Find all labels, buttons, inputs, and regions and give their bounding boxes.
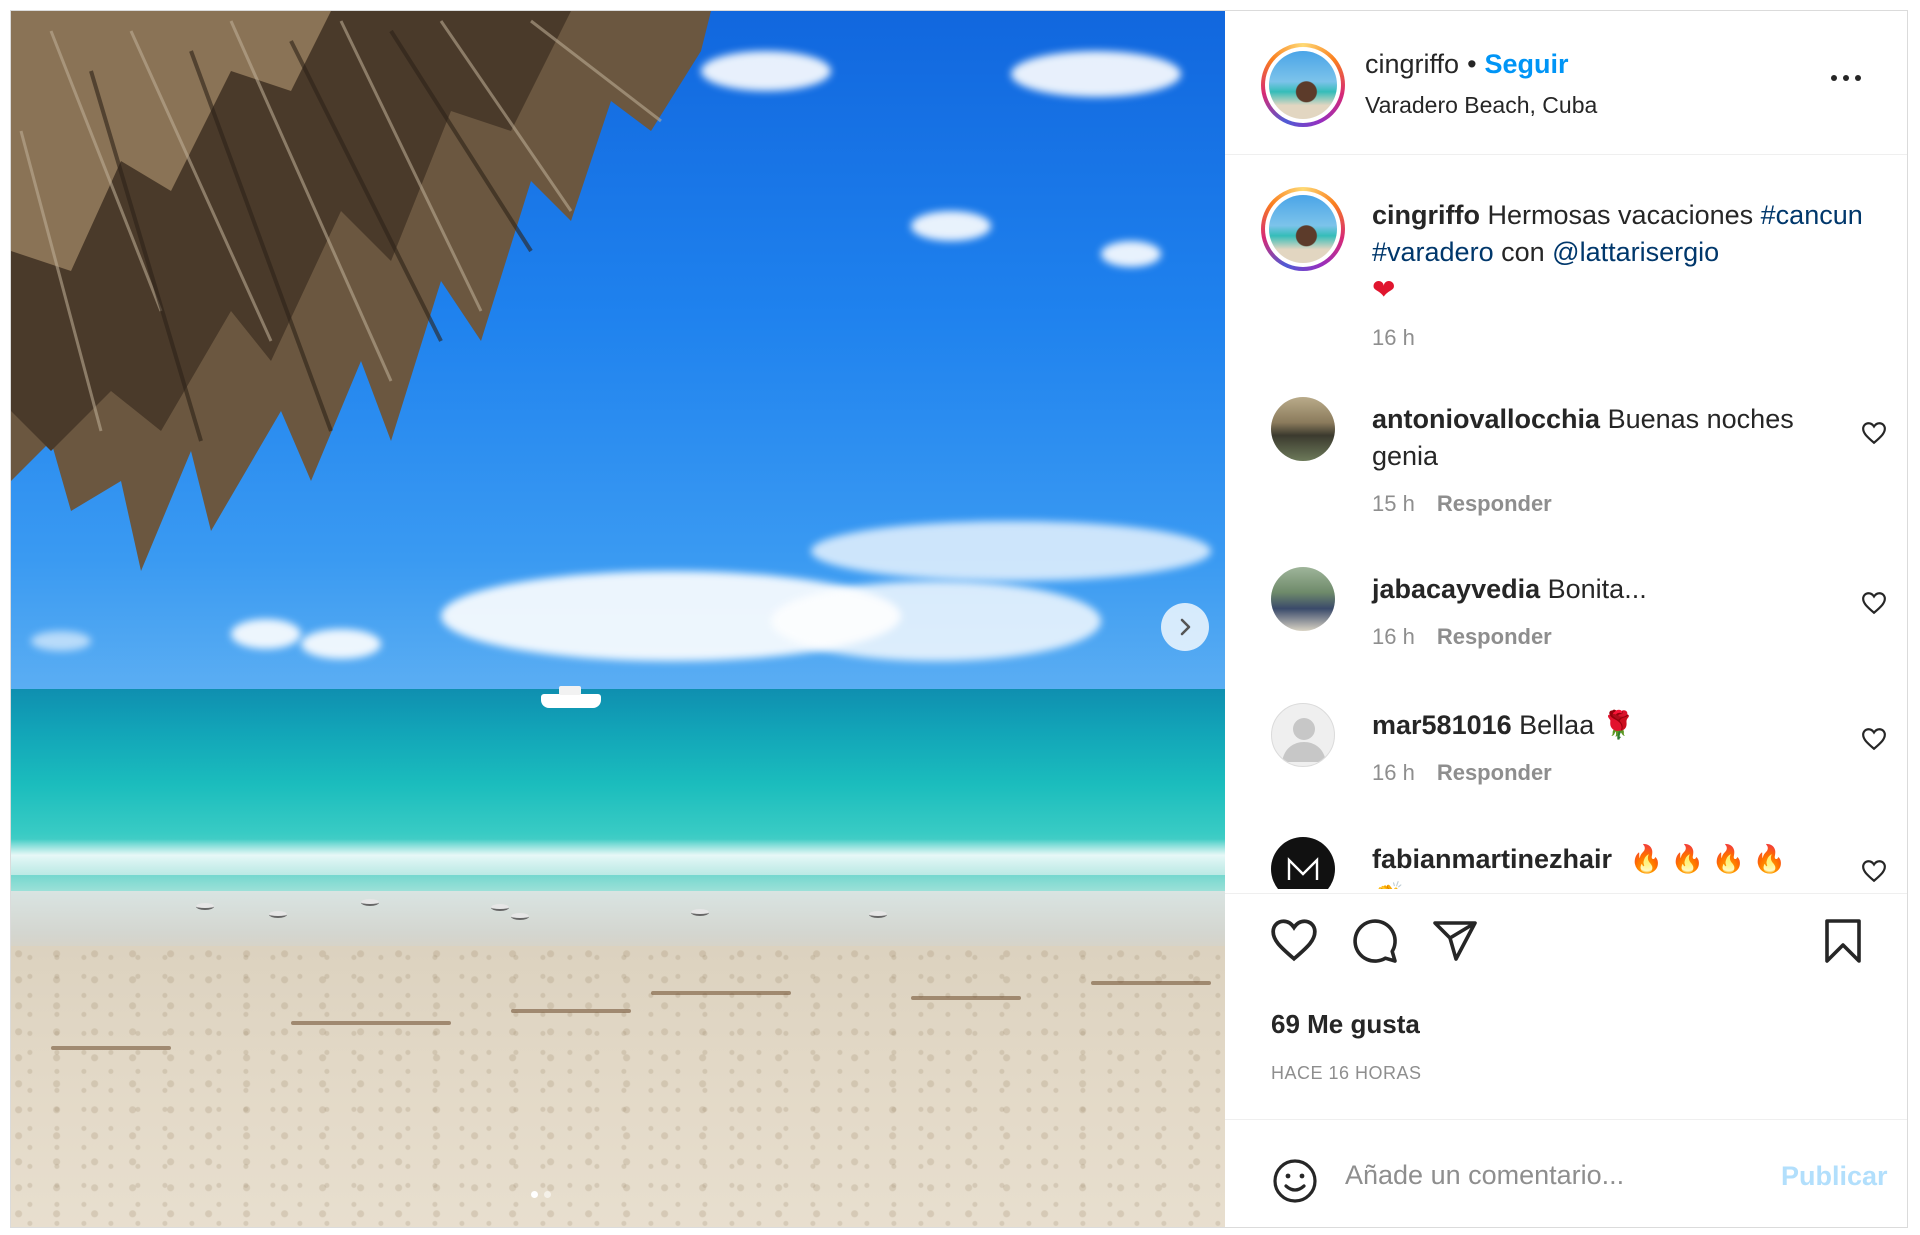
seagull <box>196 903 214 910</box>
caption-username[interactable]: cingriffo <box>1372 200 1480 230</box>
author-avatar[interactable] <box>1261 43 1345 127</box>
commenter-avatar[interactable] <box>1271 837 1335 889</box>
publish-button[interactable]: Publicar <box>1781 1161 1888 1192</box>
comment-username[interactable]: mar581016 <box>1372 710 1512 740</box>
carousel-indicator <box>531 1191 551 1198</box>
hashtag-link[interactable]: #varadero <box>1372 237 1494 267</box>
commenter-avatar[interactable] <box>1271 567 1335 631</box>
author-username[interactable]: cingriffo <box>1365 49 1459 79</box>
seaweed <box>291 1021 451 1025</box>
seagull <box>511 913 529 920</box>
cloud <box>771 581 1101 661</box>
post-sidebar: cingriffo • Seguir Varadero Beach, Cuba ci… <box>1225 11 1907 1227</box>
seagull <box>869 911 887 918</box>
cloud <box>231 619 301 649</box>
reply-button[interactable]: Responder <box>1437 760 1552 785</box>
separator-dot: • <box>1467 49 1477 79</box>
commenter-avatar[interactable] <box>1271 397 1335 461</box>
seagull <box>269 911 287 918</box>
like-heart-icon[interactable] <box>1269 917 1319 963</box>
caption-avatar[interactable] <box>1261 187 1345 271</box>
post-dialog: cingriffo • Seguir Varadero Beach, Cuba ci… <box>10 10 1908 1228</box>
hashtag-link[interactable]: #cancun <box>1761 200 1863 230</box>
cloud <box>31 631 91 651</box>
action-bar <box>1225 917 1907 977</box>
avatar-image <box>1269 195 1337 263</box>
add-comment-bar: Publicar <box>1225 1119 1907 1227</box>
seaweed <box>1091 981 1211 985</box>
caption-connector: con <box>1501 237 1545 267</box>
more-options-icon[interactable] <box>1831 75 1861 81</box>
like-comment-heart-icon[interactable] <box>1861 859 1887 883</box>
divider <box>1225 893 1907 894</box>
default-avatar-icon[interactable] <box>1271 703 1335 767</box>
caption-time[interactable]: 16 h <box>1372 325 1415 350</box>
comment-username[interactable]: jabacayvedia <box>1372 574 1540 604</box>
post-header: cingriffo • Seguir Varadero Beach, Cuba <box>1225 11 1907 155</box>
emoji-smiley-icon[interactable] <box>1271 1157 1319 1205</box>
mention-link[interactable]: @lattarisergio <box>1552 237 1719 267</box>
palm-thatch <box>11 11 711 571</box>
comment-username[interactable]: antoniovallocchia <box>1372 404 1600 434</box>
cloud <box>301 629 381 659</box>
share-paper-plane-icon[interactable] <box>1431 917 1479 965</box>
cloud <box>911 211 991 241</box>
seaweed <box>511 1009 631 1013</box>
chevron-right-icon <box>1180 618 1191 636</box>
comment-time[interactable]: 16 h <box>1372 624 1415 649</box>
cloud <box>1101 241 1161 267</box>
carousel-dot <box>544 1191 551 1198</box>
seaweed <box>911 996 1021 1000</box>
location-link[interactable]: Varadero Beach, Cuba <box>1365 92 1597 119</box>
comment-time[interactable]: 16 h <box>1372 760 1415 785</box>
comment-bubble-icon[interactable] <box>1351 917 1399 965</box>
wave-foam <box>11 839 1225 875</box>
comment-item: fabianmartinezhair 🔥 🔥 🔥 🔥 👏 <box>1225 837 1907 889</box>
seaweed <box>651 991 791 995</box>
sand <box>11 946 1225 1227</box>
seagull <box>491 904 509 911</box>
post-timestamp[interactable]: HACE 16 HORAS <box>1271 1063 1422 1084</box>
carousel-dot <box>531 1191 538 1198</box>
next-image-button[interactable] <box>1161 603 1209 651</box>
red-heart-emoji: ❤ <box>1372 274 1396 305</box>
avatar-image <box>1269 51 1337 119</box>
cloud <box>1011 51 1181 97</box>
boat <box>541 686 601 708</box>
like-comment-heart-icon[interactable] <box>1861 727 1887 751</box>
cloud <box>811 521 1211 581</box>
comment-text: Bonita... <box>1547 574 1647 604</box>
post-image[interactable] <box>11 11 1225 1227</box>
monogram-logo-icon <box>1287 857 1319 880</box>
seagull <box>361 899 379 906</box>
comment-input[interactable] <box>1345 1153 1775 1197</box>
reply-button[interactable]: Responder <box>1437 491 1552 516</box>
caption-text: Hermosas vacaciones <box>1487 200 1754 230</box>
like-comment-heart-icon[interactable] <box>1861 421 1887 445</box>
like-comment-heart-icon[interactable] <box>1861 591 1887 615</box>
save-bookmark-icon[interactable] <box>1821 917 1865 965</box>
comment-time[interactable]: 15 h <box>1372 491 1415 516</box>
seaweed <box>51 1046 171 1050</box>
comment-username[interactable]: fabianmartinezhair <box>1372 844 1612 874</box>
seagull <box>691 909 709 916</box>
likes-count[interactable]: 69 Me gusta <box>1271 1009 1420 1040</box>
comment-text: Bellaa 🌹 <box>1519 710 1636 740</box>
follow-button[interactable]: Seguir <box>1485 49 1569 79</box>
reply-button[interactable]: Responder <box>1437 624 1552 649</box>
